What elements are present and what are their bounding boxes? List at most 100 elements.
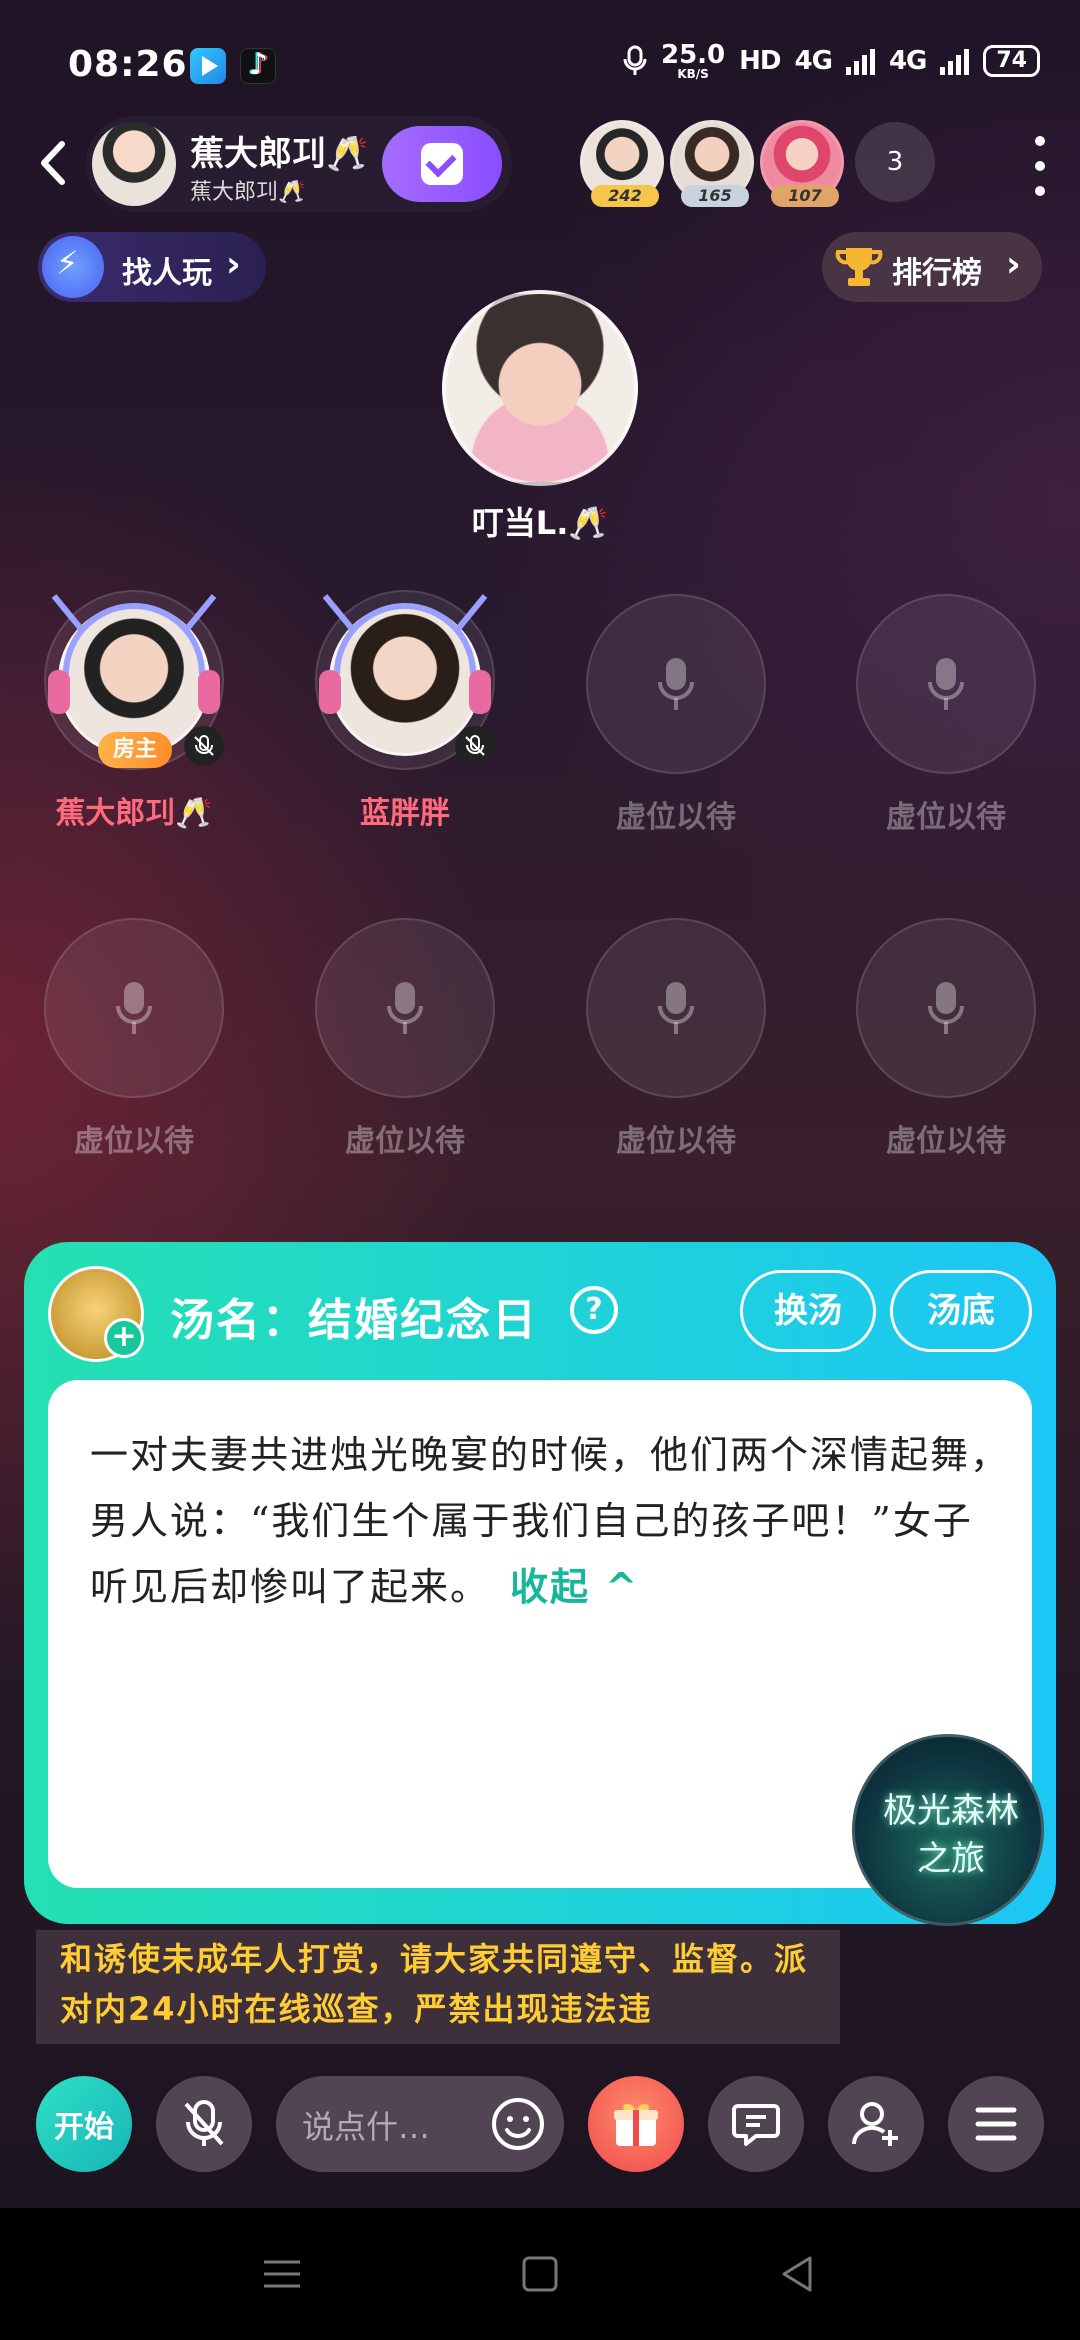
back-arrow-icon[interactable] (30, 138, 80, 188)
find-players-label: 找人玩 (122, 256, 212, 291)
viewer-count[interactable]: 3 (855, 122, 935, 202)
bottom-toolbar: 开始 说点什… (0, 2076, 1080, 2176)
chevron-right-icon: › (226, 244, 241, 285)
chat-input[interactable]: 说点什… (276, 2076, 564, 2172)
game-badge-line2: 之旅 (917, 1839, 985, 1879)
status-time: 08:26 (68, 44, 188, 85)
chat-placeholder: 说点什… (302, 2108, 431, 2146)
messages-button[interactable] (708, 2076, 804, 2172)
signal-bars-2 (940, 47, 970, 75)
add-user-icon (851, 2102, 898, 2146)
safety-notice: 和诱使未成年人打赏，请大家共同遵守、监督。派对内24小时在线巡查，严禁出现违法违 (36, 1930, 840, 2044)
gift-icon (614, 2103, 658, 2146)
room-header: 蕉大郎㓚🥂 蕉大郎㓚🥂 242 165 107 3 (0, 110, 1080, 220)
seat-empty-label: 虚位以待 (616, 800, 736, 835)
soup-title: 汤名：结婚纪念日 (170, 1295, 538, 1346)
swap-soup-button[interactable]: 换汤 (740, 1270, 876, 1352)
seat-empty-label: 虚位以待 (886, 1124, 1006, 1159)
find-players-button[interactable]: 找人玩 › (38, 232, 266, 302)
recent-apps-icon[interactable] (260, 2252, 304, 2296)
seat-3[interactable]: 虚位以待 (586, 594, 766, 835)
seat-empty-label: 虚位以待 (345, 1124, 465, 1159)
help-icon[interactable]: ? (570, 1286, 618, 1334)
emoji-icon[interactable] (490, 2096, 546, 2152)
menu-button[interactable] (948, 2076, 1044, 2172)
seat-name: 蕉大郎㓚🥂 (55, 796, 213, 831)
check-icon (421, 143, 463, 185)
tiktok-icon (240, 47, 276, 84)
hd-indicator: HD (739, 46, 781, 76)
collapse-link[interactable]: 收起 ^ (510, 1565, 639, 1609)
microphone-icon (387, 982, 423, 1034)
chevron-right-icon: › (1006, 244, 1021, 285)
more-options-icon[interactable] (1030, 136, 1050, 196)
room-name: 蕉大郎㓚🥂 (190, 134, 369, 174)
room-owner-badge: 房主 (98, 732, 172, 768)
invite-user-button[interactable] (828, 2076, 924, 2172)
start-button[interactable]: 开始 (36, 2076, 132, 2172)
system-nav-bar (0, 2208, 1080, 2340)
contributor-score-2: 165 (681, 185, 749, 207)
seat-empty-label: 虚位以待 (616, 1124, 736, 1159)
microphone-icon (928, 982, 964, 1034)
contributor-score-3: 107 (771, 185, 839, 207)
seat-4[interactable]: 虚位以待 (856, 594, 1036, 835)
check-in-button[interactable] (382, 126, 502, 202)
room-info-pill[interactable]: 蕉大郎㓚🥂 蕉大郎㓚🥂 (86, 116, 512, 212)
seat-empty-label: 虚位以待 (886, 800, 1006, 835)
mic-muted-icon (455, 726, 495, 766)
battery-indicator: 74 (983, 45, 1040, 77)
network-speed-unit: KB/S (677, 67, 709, 81)
network-type-1: 4G (794, 46, 833, 76)
reveal-answer-button[interactable]: 汤底 (890, 1270, 1032, 1352)
seat-8[interactable]: 虚位以待 (856, 918, 1036, 1159)
notice-text: 和诱使未成年人打赏，请大家共同遵守、监督。派对内24小时在线巡查，严禁出现违法违 (60, 1940, 809, 2028)
host-name: 叮当L.🥂 (471, 504, 609, 542)
network-speed-value: 25.0 (661, 40, 726, 70)
seat-5[interactable]: 虚位以待 (44, 918, 224, 1159)
leaderboard-button[interactable]: 排行榜 › (822, 232, 1042, 302)
network-type-2: 4G (888, 46, 927, 76)
seat-6[interactable]: 虚位以待 (315, 918, 495, 1159)
plus-icon[interactable]: + (104, 1318, 144, 1358)
mic-off-icon (184, 2100, 224, 2146)
status-indicators: 25.0 KB/S HD 4G 4G 74 (623, 42, 1040, 80)
game-badge-line1: 极光森林 (883, 1791, 1019, 1831)
signal-bars-1 (845, 47, 875, 75)
aurora-forest-game-badge[interactable]: 极光森林 之旅 (852, 1734, 1044, 1926)
room-owner-avatar[interactable] (92, 122, 176, 206)
contributor-avatar-3[interactable]: 107 (760, 120, 844, 207)
room-id: 蕉大郎㓚🥂 (190, 180, 306, 205)
leaderboard-label: 排行榜 (892, 256, 982, 291)
game-badge-text: 极光森林 之旅 (855, 1787, 1047, 1883)
video-app-icon (190, 48, 226, 84)
back-nav-icon[interactable] (776, 2252, 820, 2296)
host-avatar[interactable] (442, 290, 638, 486)
lightning-icon (42, 236, 104, 298)
chat-bubble-icon (732, 2104, 780, 2146)
mute-mic-button[interactable] (156, 2076, 252, 2172)
top-contributors[interactable]: 242 165 107 3 (580, 120, 940, 220)
collapse-label: 收起 (510, 1565, 591, 1609)
network-speed: 25.0 KB/S (661, 42, 725, 80)
contributor-avatar-1[interactable]: 242 (580, 120, 664, 207)
microphone-icon (116, 982, 152, 1034)
microphone-icon (928, 658, 964, 710)
seat-empty-label: 虚位以待 (74, 1124, 194, 1159)
hamburger-menu-icon (975, 2107, 1017, 2141)
seat-7[interactable]: 虚位以待 (586, 918, 766, 1159)
mic-muted-icon (184, 726, 224, 766)
status-bar: 08:26 25.0 KB/S HD 4G 4G 74 (0, 0, 1080, 120)
contributor-avatar-2[interactable]: 165 (670, 120, 754, 207)
contributor-score-1: 242 (591, 185, 659, 207)
seat-2[interactable]: 蓝胖胖 (315, 590, 495, 831)
seat-1[interactable]: 房主 蕉大郎㓚🥂 (44, 590, 224, 831)
microphone-icon (658, 658, 694, 710)
home-icon[interactable] (518, 2252, 562, 2296)
seat-name: 蓝胖胖 (360, 796, 450, 831)
microphone-icon (658, 982, 694, 1034)
trophy-icon (835, 248, 883, 286)
microphone-status-icon (623, 45, 647, 75)
story-text: 一对夫妻共进烛光晚宴的时候，他们两个深情起舞，男人说：“我们生个属于我们自己的孩… (90, 1422, 1010, 1620)
gift-button[interactable] (588, 2076, 684, 2172)
